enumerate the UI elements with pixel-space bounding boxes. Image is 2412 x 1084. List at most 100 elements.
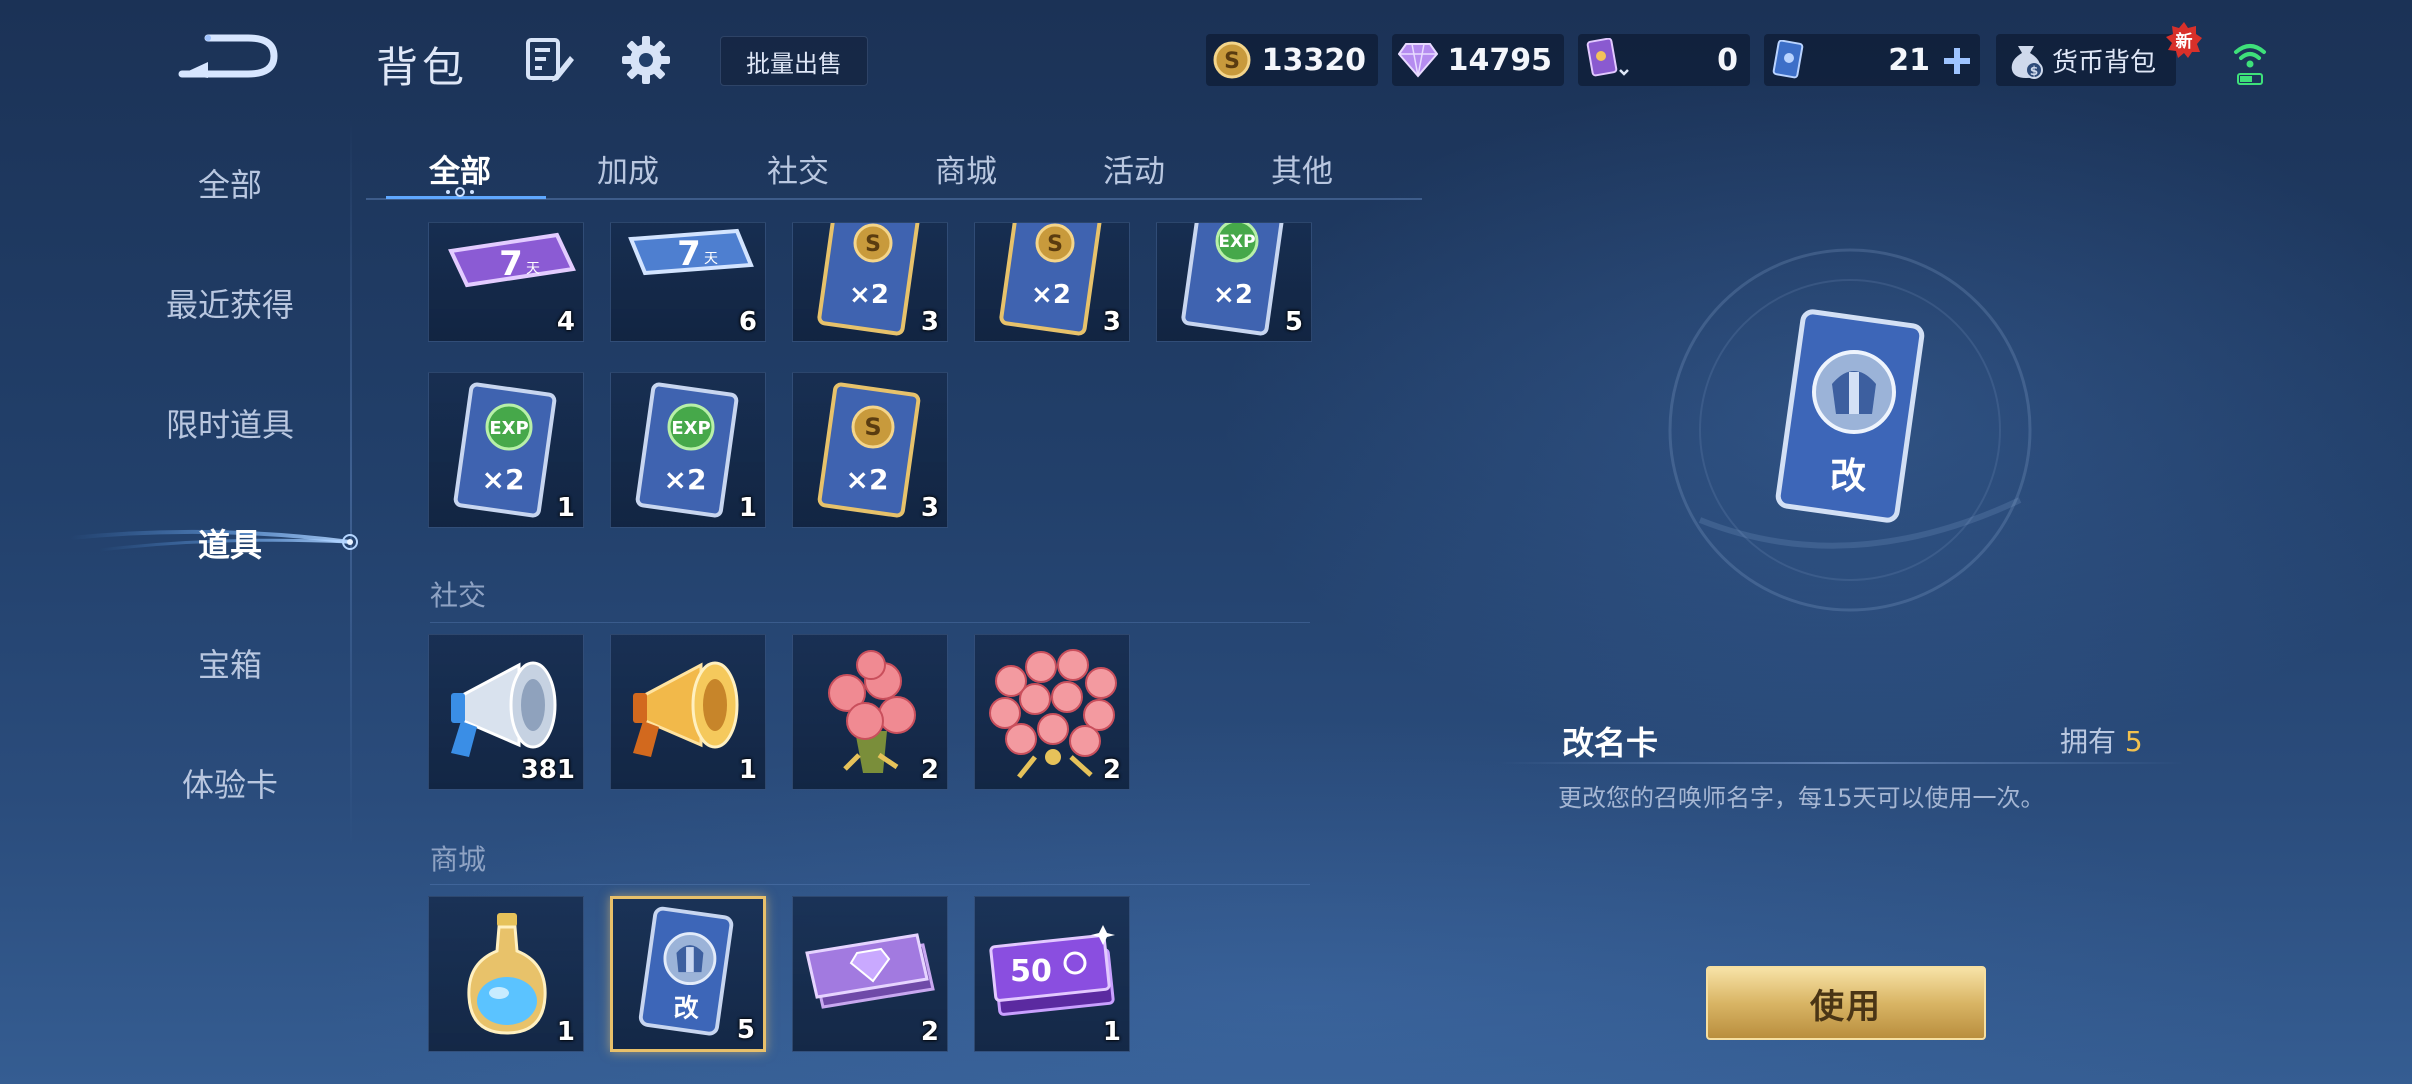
item-count: 1 [738,493,757,523]
tab-social[interactable]: 社交 [738,146,858,191]
card-s-text: S [864,413,881,441]
card-day-text: 天 [526,261,540,277]
item-slot[interactable]: 1 [428,896,584,1052]
item-slot[interactable]: S ×2 3 [792,222,948,342]
detail-divider [1500,762,2184,764]
section-title-shop: 商城 [430,843,487,876]
item-slot[interactable]: 7 天 6 [610,222,766,342]
item-count: 1 [738,755,757,785]
use-button[interactable]: 使用 [1706,966,1986,1040]
item-slot[interactable]: 381 [428,634,584,790]
nav-item-all[interactable]: 全部 [90,160,370,206]
nav-item-limited[interactable]: 限时道具 [90,400,370,446]
card-x2-text: ×2 [1031,280,1071,310]
item-slot[interactable]: 7 天 4 [428,222,584,342]
gold-coin-balance: S 13320 [1206,34,1378,86]
tab-event[interactable]: 活动 [1074,146,1194,191]
gold-coin-icon: S [1213,41,1251,79]
item-slot[interactable]: EXP ×2 1 [428,372,584,528]
item-slot[interactable]: 1 [610,634,766,790]
rename-card-char: 改 [674,993,699,1022]
owned-count: 拥有 5 [2060,720,2143,760]
item-slot[interactable]: 2 [792,634,948,790]
add-icon[interactable] [1942,46,1972,76]
card-x2-text: ×2 [664,463,707,496]
card-seven-text: 7 [677,234,701,274]
item-slot[interactable]: EXP ×2 5 [1156,222,1312,342]
svg-text:$: $ [2030,64,2038,78]
svg-text:S: S [1224,49,1240,74]
item-count: 1 [556,493,575,523]
rename-card-char: 改 [1830,456,1866,497]
card-x2-text: ×2 [849,280,889,310]
money-bag-icon: $ [2011,46,2043,79]
section-divider [430,622,1310,623]
item-name: 改名卡 [1562,724,1659,762]
card-x2-text: ×2 [1213,280,1253,310]
item-slot[interactable]: 50 1 [974,896,1130,1052]
currency-bag-button[interactable]: $ 货币背包 [1996,34,2176,86]
tab-other[interactable]: 其他 [1242,146,1362,191]
item-count: 4 [556,307,575,337]
nav-divider [350,118,352,848]
diamond-icon [1398,43,1438,78]
item-slot[interactable]: EXP ×2 1 [610,372,766,528]
currency-bag-label: 货币背包 [2052,47,2157,78]
purple-card-icon [1586,38,1629,77]
card-exp-text: EXP [671,418,710,439]
card-s-text: S [865,232,881,257]
item-count: 2 [920,1017,939,1047]
card-exp-text: EXP [1218,232,1255,252]
tab-active-indicator [386,187,546,199]
section-divider [430,884,1310,885]
tab-shop[interactable]: 商城 [906,146,1026,191]
nav-item-chest[interactable]: 宝箱 [90,640,370,686]
nav-item-props[interactable]: 道具 [90,520,370,566]
edit-icon[interactable] [524,36,576,84]
diamond-value: 14795 [1447,42,1552,78]
item-count: 2 [920,755,939,785]
nav-item-trial-card[interactable]: 体验卡 [90,760,370,806]
blue-ticket-value: 21 [1888,42,1930,78]
item-count: 1 [556,1017,575,1047]
item-slot[interactable]: S ×2 3 [792,372,948,528]
item-slot[interactable]: S ×2 3 [974,222,1130,342]
new-badge-text: 新 [2176,31,2193,52]
back-button[interactable] [178,28,286,84]
diamond-balance: 14795 [1392,34,1564,86]
item-slot[interactable]: 2 [792,896,948,1052]
card-s-text: S [1047,232,1063,257]
purple-card-value: 0 [1717,42,1738,78]
voucher-value-text: 50 [1010,954,1052,989]
item-slot[interactable]: 2 [974,634,1130,790]
item-slot-selected[interactable]: 改 5 [610,896,766,1052]
item-count: 3 [920,493,939,523]
gold-coin-value: 13320 [1261,42,1366,78]
blue-ticket-icon [1772,40,1804,79]
section-title-social: 社交 [430,579,487,612]
item-description: 更改您的召唤师名字，每15天可以使用一次。 [1558,784,2045,812]
card-x2-text: ×2 [482,463,525,496]
item-count: 2 [1102,755,1121,785]
batch-sell-button[interactable]: 批量出售 [720,36,868,86]
owned-label: 拥有 [2060,725,2117,758]
purple-card-balance[interactable]: 0 [1578,34,1750,86]
rename-card-preview: 改 [1775,309,1925,523]
item-count: 3 [920,307,939,337]
tab-bonus[interactable]: 加成 [568,146,688,191]
item-count: 381 [520,755,575,785]
card-exp-text: EXP [489,418,528,439]
item-count: 5 [1284,307,1303,337]
item-count: 3 [1102,307,1121,337]
item-count: 6 [738,307,757,337]
blue-ticket-balance: 21 [1764,34,1980,86]
gear-icon[interactable] [620,34,672,86]
wifi-icon [2232,38,2268,88]
tab-all[interactable]: 全部 [400,146,520,191]
owned-value: 5 [2124,725,2143,758]
page-title: 背包 [376,43,469,92]
card-day-text: 天 [704,251,718,267]
item-count: 1 [1102,1017,1121,1047]
card-seven-text: 7 [499,244,523,284]
nav-item-recent[interactable]: 最近获得 [90,280,370,326]
